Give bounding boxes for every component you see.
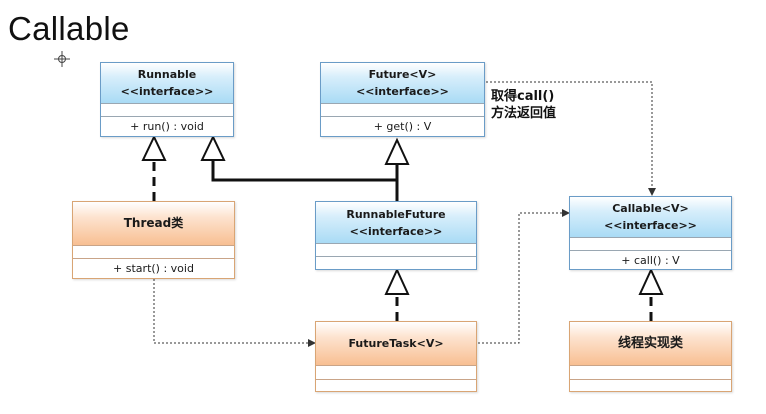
return-value-note: 取得call() 方法返回值 [491,88,556,122]
future-method: + get() : V [373,120,432,133]
futuretask-class[interactable]: FutureTask<V> [315,321,477,392]
callable-interface[interactable]: Callable<V> <<interface>> + call() : V [569,196,732,270]
runnable-header: Runnable <<interface>> [101,63,233,103]
note-line-1: 取得call() [491,89,555,104]
impl-methods [570,379,731,391]
futuretask-name: FutureTask<V> [348,337,444,350]
callable-method: + call() : V [621,253,680,267]
runnablefuture-interface[interactable]: RunnableFuture <<interface>> [315,201,477,270]
future-triangle [384,137,410,165]
runnable-triangle-right [200,134,226,161]
future-interface[interactable]: Future<V> <<interface>> + get() : V [320,62,485,137]
runnable-attributes [101,103,233,116]
runnablefuture-triangle [384,267,410,295]
runnable-method: + run() : void [130,120,204,133]
thread-futuretask-dependency [153,279,310,344]
runnable-name: Runnable [137,68,197,81]
futuretask-header: FutureTask<V> [316,322,476,365]
future-name: Future<V> [368,68,437,81]
future-attributes [321,103,484,116]
impl-header: 线程实现类 [570,322,731,365]
future-header: Future<V> <<interface>> [321,63,484,103]
futuretask-methods [316,379,476,391]
callable-triangle [638,267,664,295]
runnablefuture-stereotype: <<interface>> [349,224,443,238]
callable-name: Callable<V> [612,202,689,215]
runnablefuture-runnable-generalization [211,160,397,182]
callable-arrowhead-top [648,188,656,196]
runnable-interface[interactable]: Runnable <<interface>> + run() : void [100,62,234,137]
thread-methods: + start() : void [73,258,234,278]
runnablefuture-header: RunnableFuture <<interface>> [316,202,476,243]
callable-methods: + call() : V [570,250,731,269]
thread-header: Thread类 [73,202,234,245]
note-line-2: 方法返回值 [491,106,557,121]
thread-name: Thread类 [123,216,184,230]
runnablefuture-name: RunnableFuture [346,207,446,221]
runnablefuture-attributes [316,243,476,256]
thread-method: + start() : void [113,262,194,275]
thread-attributes [73,245,234,258]
thread-impl-class[interactable]: 线程实现类 [569,321,732,392]
impl-name: 线程实现类 [617,336,683,351]
future-stereotype: <<interface>> [356,85,449,98]
futuretask-attributes [316,365,476,379]
runnable-methods: + run() : void [101,116,233,136]
impl-attributes [570,365,731,379]
runnable-triangle-left [141,134,167,161]
callable-stereotype: <<interface>> [604,219,697,232]
futuretask-callable-dependency [478,212,563,344]
callable-attributes [570,237,731,250]
runnable-stereotype: <<interface>> [120,85,214,98]
callable-header: Callable<V> <<interface>> [570,197,731,237]
runnablefuture-methods [316,256,476,269]
future-methods: + get() : V [321,116,484,136]
thread-class[interactable]: Thread类 + start() : void [72,201,235,279]
